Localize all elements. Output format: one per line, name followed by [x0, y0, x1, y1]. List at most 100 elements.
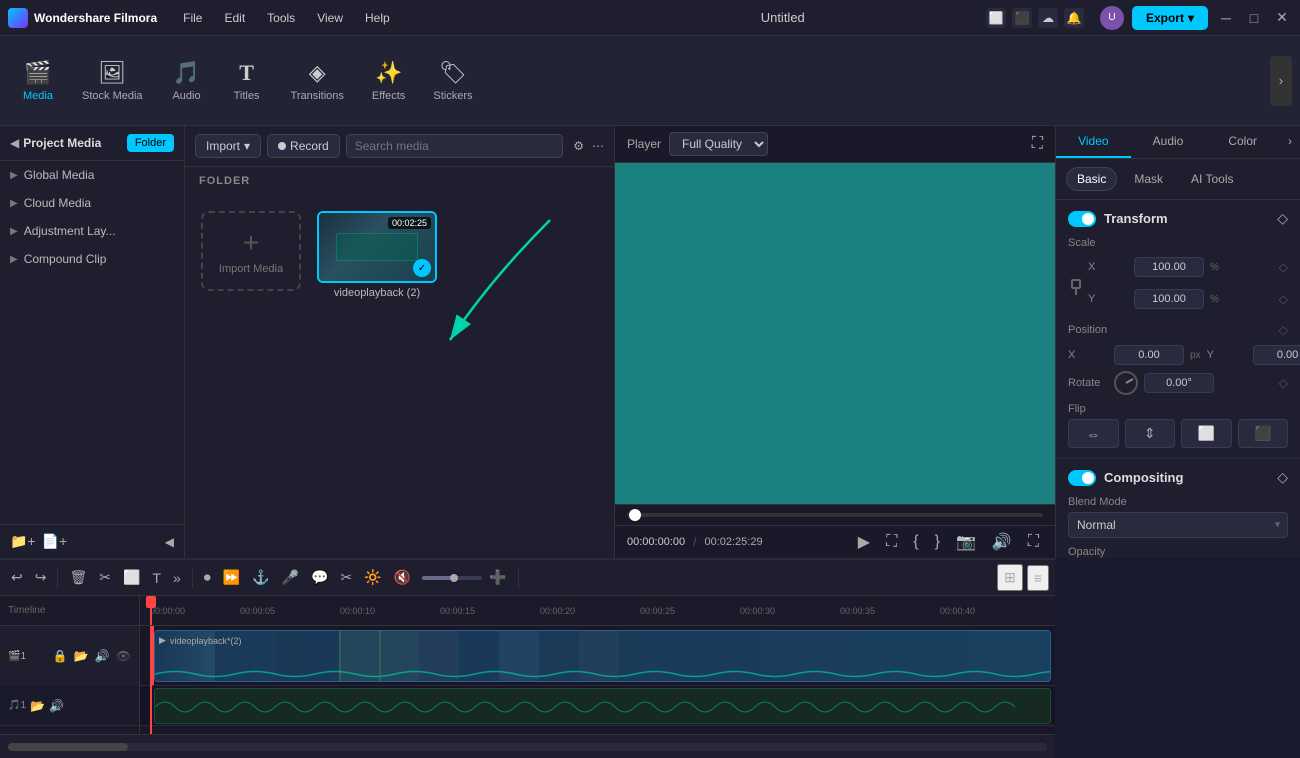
filter-icon[interactable]: ⚙	[573, 139, 584, 153]
toolbar-expand-btn[interactable]: ›	[1270, 56, 1292, 106]
window-maximize-btn[interactable]: □	[1244, 8, 1264, 28]
panel-collapse-icon[interactable]: ◀	[10, 136, 19, 150]
tl-cut-btn[interactable]: ✂	[94, 566, 116, 589]
audio-volume-icon[interactable]: 🔊	[49, 699, 64, 713]
nav-adjustment-layer[interactable]: ▶ Adjustment Lay...	[0, 217, 184, 245]
flip-vertical-btn[interactable]: ⇕	[1125, 419, 1176, 448]
menu-tools[interactable]: Tools	[257, 7, 305, 29]
tl-crop-btn[interactable]: ⬜	[118, 566, 145, 589]
collapse-panel-btn[interactable]: ◀	[165, 535, 174, 549]
tl-plus-btn[interactable]: ➕	[484, 566, 511, 589]
reset-rotate-icon[interactable]: ◇	[1279, 376, 1288, 390]
track-eye-icon[interactable]: 👁	[116, 649, 131, 663]
track-fold-icon[interactable]: 📂	[74, 649, 89, 663]
media-item[interactable]: 00:02:25 ✓ videoplayback (2)	[317, 211, 437, 542]
user-avatar[interactable]: U	[1100, 6, 1124, 30]
minimize-icon[interactable]: ⬜	[986, 8, 1006, 28]
record-button[interactable]: Record	[267, 134, 340, 158]
volume-btn[interactable]: 🔊	[988, 530, 1016, 554]
tl-grid-btn[interactable]: ⊞	[997, 564, 1023, 591]
flip-horizontal-btn[interactable]: ⇔	[1068, 419, 1119, 448]
snapshot-btn[interactable]: 📷	[952, 530, 980, 554]
toolbar-audio[interactable]: 🎵 Audio	[157, 52, 217, 110]
tl-effect-btn[interactable]: 🔆	[359, 566, 386, 589]
preview-expand-icon[interactable]: ⛶	[1032, 135, 1043, 153]
tab-color[interactable]: Color	[1205, 126, 1280, 158]
tl-speed-btn[interactable]: ⏩	[218, 566, 245, 589]
position-y-input[interactable]	[1253, 345, 1300, 365]
track-volume-icon[interactable]: 🔊	[95, 649, 110, 663]
lock-scale-icon[interactable]	[1068, 279, 1084, 295]
subtab-basic[interactable]: Basic	[1066, 167, 1117, 191]
toolbar-titles[interactable]: T Titles	[217, 52, 277, 110]
quality-select[interactable]: Full Quality	[669, 132, 768, 156]
track-lock-icon[interactable]: 🔒	[53, 649, 68, 663]
position-x-input[interactable]	[1114, 345, 1184, 365]
pip-btn[interactable]: ⛶	[1024, 531, 1043, 553]
nav-cloud-media[interactable]: ▶ Cloud Media	[0, 189, 184, 217]
reset-position-icon[interactable]: ◇	[1279, 323, 1288, 337]
playhead-bar[interactable]	[627, 513, 1043, 517]
tl-voice-btn[interactable]: 🎤	[277, 566, 304, 589]
tl-ai-btn[interactable]: ✂	[336, 566, 358, 589]
compositing-expand-icon[interactable]: ◇	[1277, 469, 1288, 486]
toolbar-media[interactable]: 🎬 Media	[8, 52, 68, 110]
toolbar-stock-media[interactable]: 🖼 Stock Media	[68, 52, 157, 110]
rotate-input[interactable]	[1144, 373, 1214, 393]
reset-scale-x-icon[interactable]: ◇	[1279, 260, 1288, 274]
compositing-toggle[interactable]	[1068, 470, 1096, 486]
tl-redo-btn[interactable]: ↪	[30, 566, 52, 589]
tab-audio[interactable]: Audio	[1131, 126, 1206, 158]
bell-icon[interactable]: 🔔	[1064, 8, 1084, 28]
tl-record-btn[interactable]: ⏺	[199, 566, 216, 589]
subtab-ai-tools[interactable]: AI Tools	[1180, 167, 1244, 191]
import-button[interactable]: Import ▾	[195, 134, 261, 158]
menu-edit[interactable]: Edit	[214, 7, 255, 29]
folder-button[interactable]: Folder	[127, 134, 174, 152]
toolbar-effects[interactable]: ✨ Effects	[358, 52, 419, 110]
scale-y-input[interactable]	[1134, 289, 1204, 309]
tl-caption-btn[interactable]: 💬	[306, 566, 333, 589]
fullscreen-button[interactable]: ⛶	[882, 531, 901, 553]
tl-undo-btn[interactable]: ↩	[6, 566, 28, 589]
tab-video[interactable]: Video	[1056, 126, 1131, 158]
timeline-scroll-thumb[interactable]	[8, 743, 128, 751]
video-clip[interactable]: ▶ videoplayback*(2)	[154, 630, 1051, 682]
scale-x-input[interactable]	[1134, 257, 1204, 277]
window-close-btn[interactable]: ✕	[1272, 8, 1292, 28]
add-item-btn[interactable]: 📄+	[42, 533, 68, 550]
import-media-placeholder[interactable]: + Import Media	[201, 211, 301, 291]
tl-text-btn[interactable]: T	[147, 567, 166, 589]
window-minimize-btn[interactable]: ─	[1216, 8, 1236, 28]
tl-list-btn[interactable]: ≡	[1027, 565, 1049, 591]
flip-h2-btn[interactable]: ⬜	[1181, 419, 1232, 448]
rotate-knob[interactable]	[1114, 371, 1138, 395]
menu-file[interactable]: File	[173, 7, 212, 29]
blend-mode-select[interactable]: Normal Dissolve Multiply Screen Overlay	[1068, 512, 1288, 538]
tl-volume-slider[interactable]	[422, 576, 482, 580]
tl-delete-btn[interactable]: 🗑	[64, 566, 92, 589]
cloud-icon[interactable]: ☁	[1038, 8, 1058, 28]
transform-expand-icon[interactable]: ◇	[1277, 210, 1288, 227]
mark-in-btn[interactable]: {	[909, 531, 922, 553]
tl-stab-btn[interactable]: ⚓	[247, 566, 274, 589]
search-input[interactable]	[346, 134, 564, 158]
transform-toggle[interactable]	[1068, 211, 1096, 227]
reset-scale-y-icon[interactable]: ◇	[1279, 292, 1288, 306]
audio-clip[interactable]	[154, 688, 1051, 724]
tl-more1-btn[interactable]: »	[168, 567, 186, 589]
mark-out-btn[interactable]: }	[931, 531, 944, 553]
more-options-icon[interactable]: ⋯	[592, 139, 604, 153]
subtab-mask[interactable]: Mask	[1123, 167, 1174, 191]
audio-lock-icon[interactable]: 📂	[30, 699, 45, 713]
toolbar-stickers[interactable]: 🏷 Stickers	[419, 52, 486, 110]
timeline-scroll-track[interactable]	[8, 743, 1047, 751]
menu-view[interactable]: View	[307, 7, 353, 29]
nav-global-media[interactable]: ▶ Global Media	[0, 161, 184, 189]
flip-v2-btn[interactable]: ⬛	[1238, 419, 1289, 448]
play-button[interactable]: ▶	[854, 530, 874, 554]
export-button[interactable]: Export ▾	[1132, 6, 1208, 30]
menu-help[interactable]: Help	[355, 7, 400, 29]
restore-icon[interactable]: ⬛	[1012, 8, 1032, 28]
add-folder-btn[interactable]: 📁+	[10, 533, 36, 550]
